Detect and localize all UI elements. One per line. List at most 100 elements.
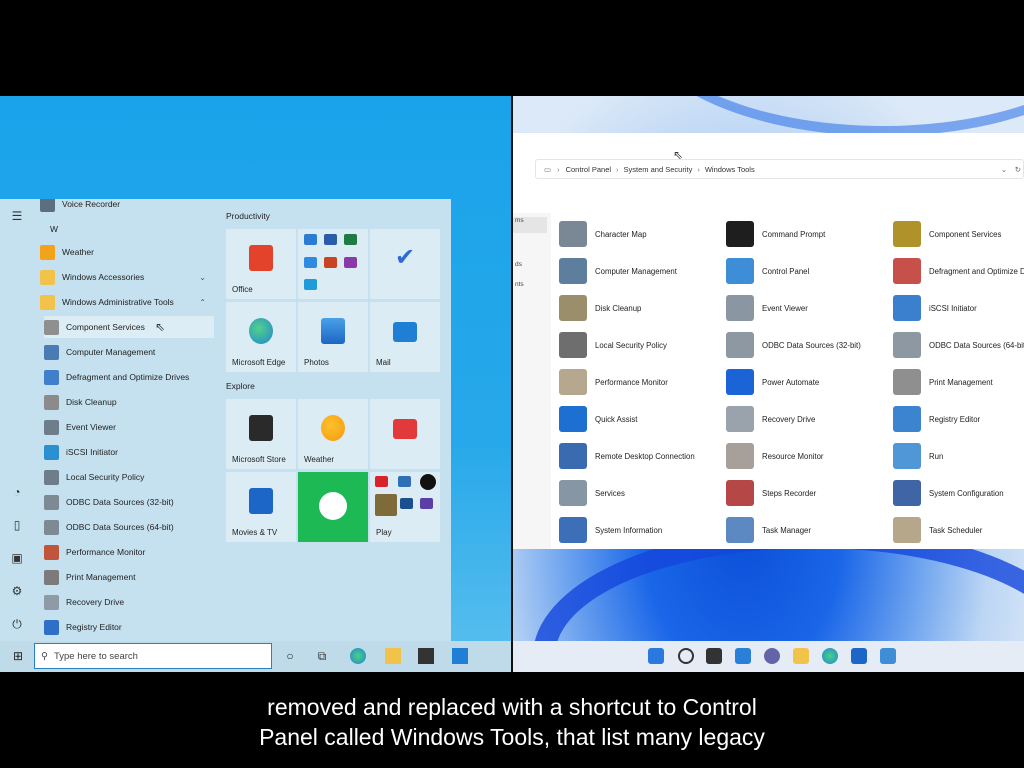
edge-icon[interactable] <box>822 648 838 664</box>
tool-item[interactable]: Steps Recorder <box>726 479 891 507</box>
search-box[interactable]: ⚲ Type here to search <box>34 643 272 669</box>
tool-item[interactable]: Task Scheduler <box>893 516 1024 544</box>
nav-item[interactable]: ds <box>513 261 547 277</box>
folder-windows-administrative-tools[interactable]: Windows Administrative Tools ⌃ <box>40 291 212 313</box>
tile-movies-tv[interactable]: Movies & TV <box>226 472 296 542</box>
folder-windows-accessories[interactable]: Windows Accessories ⌄ <box>40 266 212 288</box>
refresh-icon[interactable]: ↻ <box>1015 165 1021 174</box>
tile-news[interactable] <box>370 399 440 469</box>
app-admin-tool[interactable]: Computer Management <box>44 341 214 363</box>
tool-item[interactable]: Remote Desktop Connection <box>559 442 724 470</box>
mail-taskbar-icon[interactable] <box>452 648 468 664</box>
tool-icon <box>893 406 921 432</box>
tool-item[interactable]: Power Automate <box>726 368 891 396</box>
tile-spotify[interactable] <box>298 472 368 542</box>
file-explorer-icon[interactable] <box>793 648 809 664</box>
nav-item[interactable]: ms <box>513 217 547 233</box>
tool-item[interactable]: Disk Cleanup <box>559 294 724 322</box>
tile-microsoft-store[interactable]: Microsoft Store <box>226 399 296 469</box>
admin-tool-icon <box>44 419 59 435</box>
edge-taskbar-icon[interactable] <box>350 648 366 664</box>
control-panel-icon[interactable] <box>880 648 896 664</box>
tool-item[interactable]: Control Panel <box>726 257 891 285</box>
tiktok-icon <box>420 474 436 490</box>
tool-item[interactable]: Performance Monitor <box>559 368 724 396</box>
tool-item[interactable]: Run <box>893 442 1024 470</box>
tool-item[interactable]: Registry Editor <box>893 405 1024 433</box>
file-explorer-icon[interactable] <box>385 648 401 664</box>
tool-item[interactable]: System Information <box>559 516 724 544</box>
task-view-icon[interactable]: ⧉ <box>314 648 330 664</box>
app-weather[interactable]: Weather <box>40 241 212 263</box>
tool-item[interactable]: Recovery Drive <box>726 405 891 433</box>
power-icon[interactable]: ⏻ <box>10 617 24 631</box>
app-admin-tool[interactable]: Event Viewer <box>44 416 214 438</box>
widgets-icon[interactable] <box>735 648 751 664</box>
app-admin-tool[interactable]: Defragment and Optimize Drives <box>44 366 214 388</box>
tile-play[interactable]: Play <box>370 472 440 542</box>
app-admin-tool[interactable]: Print Management <box>44 566 214 588</box>
tile-office[interactable]: Office <box>226 229 296 299</box>
tool-item[interactable]: Resource Monitor <box>726 442 891 470</box>
news-icon <box>393 419 417 439</box>
search-placeholder: Type here to search <box>53 650 138 662</box>
settings-icon[interactable]: ⚙ <box>10 584 24 598</box>
start-menu: ☰ ◔ ▯ ▣ ⚙ ⏻ Voice Recorder W Weather Win… <box>0 199 451 641</box>
tool-item[interactable]: ODBC Data Sources (32-bit) <box>726 331 891 359</box>
breadcrumb-windows-tools[interactable]: Windows Tools <box>705 165 755 174</box>
app-admin-tool[interactable]: Local Security Policy <box>44 466 214 488</box>
user-icon[interactable]: ◔ <box>10 485 24 499</box>
tool-item[interactable]: Services <box>559 479 724 507</box>
app-admin-tool[interactable]: Performance Monitor <box>44 541 214 563</box>
tool-item[interactable]: Event Viewer <box>726 294 891 322</box>
search-icon: ⚲ <box>41 650 48 662</box>
tool-item[interactable]: Print Management <box>893 368 1024 396</box>
breadcrumb-control-panel[interactable]: Control Panel <box>566 165 611 174</box>
documents-icon[interactable]: ▯ <box>10 518 24 532</box>
tool-item[interactable]: Computer Management <box>559 257 724 285</box>
start-windows-icon[interactable]: ⊞ <box>10 648 26 664</box>
admin-tool-icon <box>44 444 59 460</box>
app-admin-tool[interactable]: Recovery Drive <box>44 591 214 613</box>
tool-item[interactable]: ODBC Data Sources (64-bit) <box>893 331 1024 359</box>
start-windows-icon[interactable] <box>648 648 664 664</box>
tool-icon <box>559 332 587 358</box>
tool-icon <box>893 443 921 469</box>
admin-tool-icon <box>44 394 59 410</box>
tile-weather[interactable]: Weather <box>298 399 368 469</box>
pictures-icon[interactable]: ▣ <box>10 551 24 565</box>
tile-office-apps[interactable] <box>298 229 368 299</box>
tile-photos[interactable]: Photos <box>298 302 368 372</box>
nav-item[interactable]: nts <box>513 281 547 297</box>
tile-microsoft-edge[interactable]: Microsoft Edge <box>226 302 296 372</box>
tile-todo[interactable]: ✔ <box>370 229 440 299</box>
address-bar[interactable]: ▭ › Control Panel › System and Security › W… <box>535 159 1024 179</box>
store-taskbar-icon[interactable] <box>418 648 434 664</box>
letter-header[interactable]: W <box>50 224 58 234</box>
tile-mail[interactable]: Mail <box>370 302 440 372</box>
tool-item[interactable]: Quick Assist <box>559 405 724 433</box>
app-voice-recorder[interactable]: Voice Recorder <box>40 199 212 215</box>
app-admin-tool[interactable]: Registry Editor <box>44 616 214 638</box>
tool-item[interactable]: Defragment and Optimize D <box>893 257 1024 285</box>
tool-item[interactable]: System Configuration <box>893 479 1024 507</box>
app-admin-tool[interactable]: Disk Cleanup <box>44 391 214 413</box>
chat-icon[interactable] <box>764 648 780 664</box>
tool-item[interactable]: Task Manager <box>726 516 891 544</box>
tool-item[interactable]: Local Security Policy <box>559 331 724 359</box>
store-icon[interactable] <box>851 648 867 664</box>
app-admin-tool[interactable]: ODBC Data Sources (32-bit) <box>44 491 214 513</box>
task-view-icon[interactable] <box>706 648 722 664</box>
tool-item[interactable]: iSCSI Initiator <box>893 294 1024 322</box>
tool-item[interactable]: Component Services <box>893 220 1024 248</box>
app-admin-tool[interactable]: ODBC Data Sources (64-bit) <box>44 516 214 538</box>
search-icon[interactable] <box>678 648 694 664</box>
chevron-down-icon[interactable]: ⌄ <box>1001 165 1007 174</box>
app-admin-tool[interactable]: iSCSI Initiator <box>44 441 214 463</box>
cortana-icon[interactable]: ○ <box>282 648 298 664</box>
hamburger-icon[interactable]: ☰ <box>10 209 24 223</box>
breadcrumb-system-security[interactable]: System and Security <box>624 165 693 174</box>
tool-item[interactable]: Command Prompt <box>726 220 891 248</box>
app-admin-tool[interactable]: Component Services <box>44 316 214 338</box>
tool-item[interactable]: Character Map <box>559 220 724 248</box>
